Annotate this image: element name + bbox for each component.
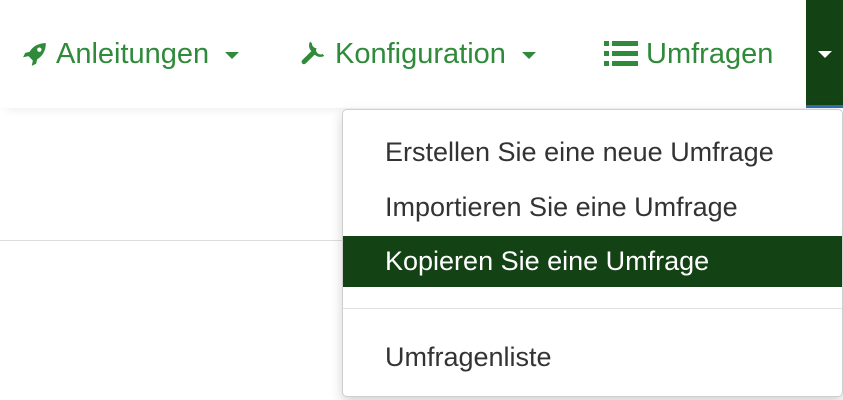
menu-item-import-survey[interactable]: Importieren Sie eine Umfrage <box>343 183 842 231</box>
menu-item-label: Importieren Sie eine Umfrage <box>385 191 738 222</box>
rocket-icon <box>22 41 48 67</box>
nav-anleitungen-menu[interactable]: Anleitungen <box>22 0 240 108</box>
nav-anleitungen-label: Anleitungen <box>56 37 210 70</box>
menu-divider <box>343 308 842 309</box>
wrench-icon <box>300 41 327 68</box>
chevron-down-icon <box>225 51 240 59</box>
nav-umfragen-link[interactable]: Umfragen <box>604 0 773 108</box>
nav-umfragen-label: Umfragen <box>646 37 774 70</box>
list-icon <box>604 39 638 69</box>
menu-item-label: Kopieren Sie eine Umfrage <box>385 246 710 276</box>
menu-item-label: Umfragenliste <box>385 341 552 372</box>
chevron-down-icon <box>521 51 536 59</box>
nav-konfiguration-menu[interactable]: Konfiguration <box>300 0 536 108</box>
umfragen-dropdown-menu: Erstellen Sie eine neue Umfrage Importie… <box>342 109 843 397</box>
caret-down-icon <box>817 50 832 58</box>
menu-item-copy-survey[interactable]: Kopieren Sie eine Umfrage <box>343 236 842 287</box>
top-navbar: Anleitungen Konfiguration Umfragen <box>0 0 843 108</box>
umfragen-dropdown-toggle[interactable] <box>806 0 843 108</box>
menu-item-survey-list[interactable]: Umfragenliste <box>343 332 842 382</box>
nav-konfiguration-label: Konfiguration <box>335 37 506 70</box>
menu-item-create-survey[interactable]: Erstellen Sie eine neue Umfrage <box>343 128 842 176</box>
content-divider <box>0 240 345 241</box>
menu-item-label: Erstellen Sie eine neue Umfrage <box>385 136 774 167</box>
